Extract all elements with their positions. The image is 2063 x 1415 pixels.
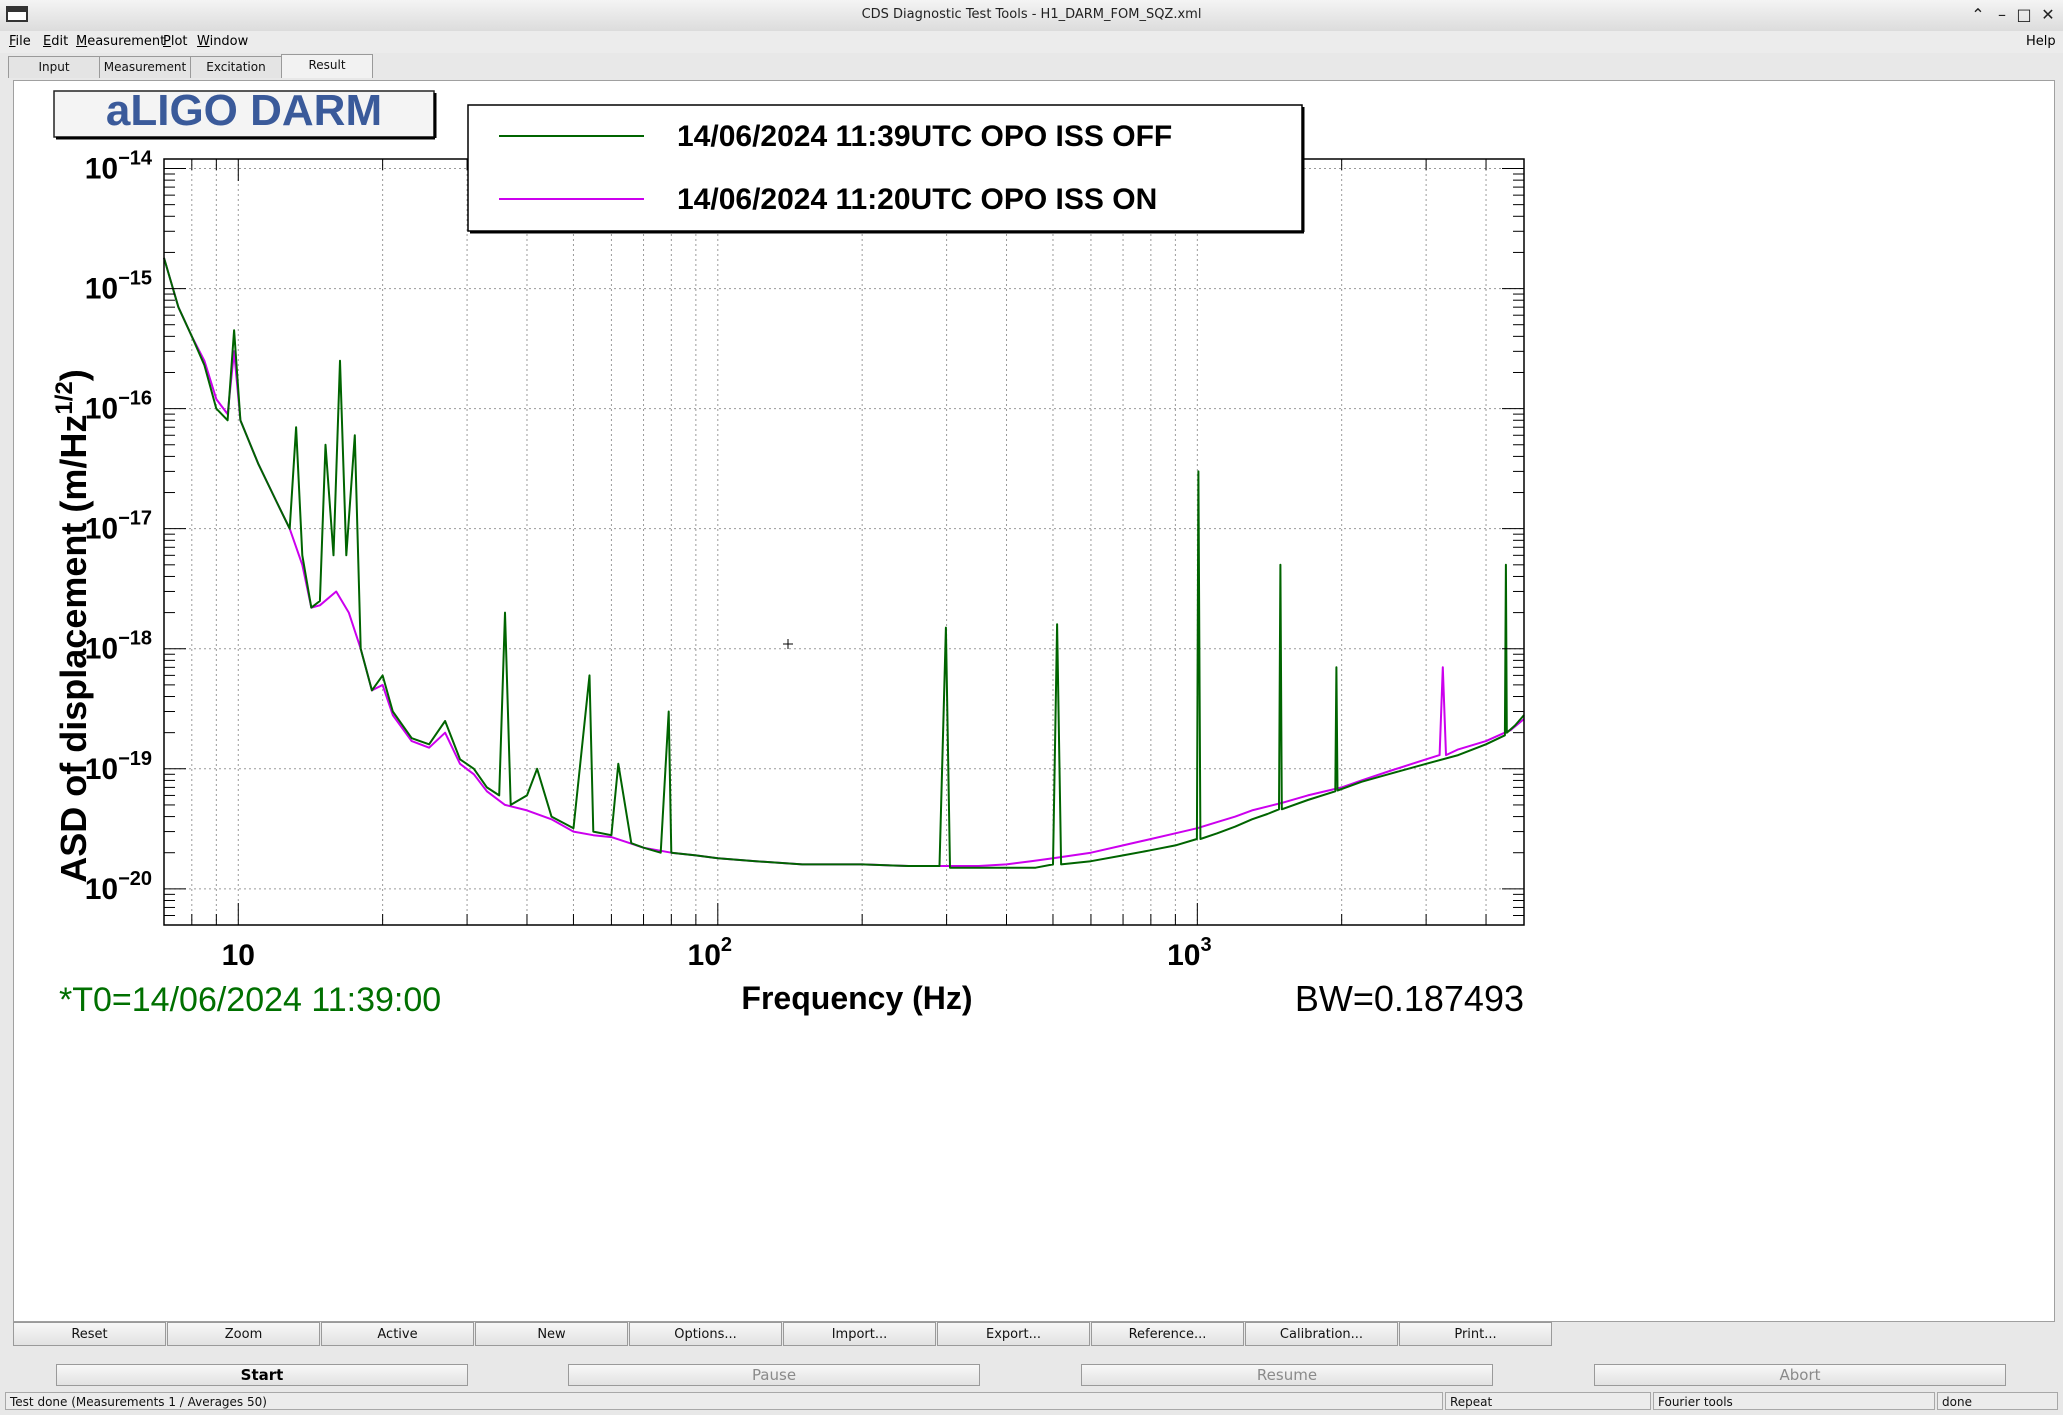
menu-file[interactable]: File (9, 34, 31, 49)
window-title: CDS Diagnostic Test Tools - H1_DARM_FOM_… (861, 7, 1202, 22)
menu-window[interactable]: Window (197, 34, 248, 49)
y-tick-label: 10−15 (85, 268, 152, 306)
tab-excitation[interactable]: Excitation (190, 56, 282, 78)
chart-grid (163, 159, 1524, 925)
status-state: done (1937, 1392, 2058, 1410)
y-tick-label: 10−16 (85, 388, 152, 426)
new-button[interactable]: New (475, 1322, 628, 1346)
y-tick-label: 10−14 (85, 148, 153, 186)
menu-bar: File Edit Measurement Plot Window Help (0, 31, 2063, 53)
minimize-icon[interactable]: – (1990, 4, 2014, 26)
window-shade-icon[interactable]: ⌃ (1966, 4, 1990, 26)
chart-axes-frame (163, 158, 1525, 926)
status-tools: Fourier tools (1653, 1392, 1935, 1410)
menu-plot[interactable]: Plot (163, 34, 188, 49)
reference-button[interactable]: Reference... (1091, 1322, 1244, 1346)
chart-title: aLIGO DARM (106, 86, 382, 135)
menu-edit[interactable]: Edit (43, 34, 68, 49)
y-axis-label: ASD of displacement (m/Hz1/2) (51, 369, 94, 882)
start-button[interactable]: Start (56, 1364, 468, 1386)
y-tick-label: 10−18 (85, 628, 152, 666)
menu-measurement[interactable]: Measurement (76, 34, 165, 49)
trace-opo-iss-off (163, 257, 1525, 869)
y-tick-label: 10−17 (85, 508, 152, 546)
options-button[interactable]: Options... (629, 1322, 782, 1346)
calibration-button[interactable]: Calibration... (1245, 1322, 1398, 1346)
status-bar: Test done (Measurements 1 / Averages 50)… (5, 1392, 2058, 1411)
print-button[interactable]: Print... (1399, 1322, 1552, 1346)
legend-label-off: 14/06/2024 11:39UTC OPO ISS OFF (677, 120, 1172, 153)
menu-help[interactable]: Help (2026, 34, 2056, 49)
legend-label-on: 14/06/2024 11:20UTC OPO ISS ON (677, 183, 1157, 216)
trace-opo-iss-on (163, 257, 1525, 867)
reset-button[interactable]: Reset (13, 1322, 166, 1346)
x-tick-label: 102 (688, 934, 733, 972)
window-titlebar: CDS Diagnostic Test Tools - H1_DARM_FOM_… (0, 0, 2063, 32)
t0-label: *T0=14/06/2024 11:39:00 (59, 981, 441, 1019)
x-tick-label: 10 (222, 939, 255, 972)
zoom-button[interactable]: Zoom (167, 1322, 320, 1346)
status-repeat: Repeat (1445, 1392, 1651, 1410)
maximize-icon[interactable]: □ (2012, 4, 2036, 26)
asd-chart[interactable]: 10−20 10−19 10−18 10−17 10−16 10−15 10−14 10 102… (14, 81, 2054, 1321)
pause-button[interactable]: Pause (568, 1364, 980, 1386)
plot-button-bar: Reset Zoom Active New Options... Import.… (13, 1322, 2053, 1348)
tab-measurement[interactable]: Measurement (99, 56, 191, 78)
x-axis-label: Frequency (Hz) (741, 980, 972, 1016)
y-tick-label: 10−20 (85, 868, 152, 906)
chart-ticks (163, 159, 1524, 926)
active-button[interactable]: Active (321, 1322, 474, 1346)
tab-input[interactable]: Input (8, 56, 100, 78)
plot-panel: 10−20 10−19 10−18 10−17 10−16 10−15 10−14 10 102… (13, 80, 2055, 1322)
bw-label: BW=0.187493 (1295, 978, 1524, 1019)
y-tick-label: 10−19 (85, 748, 152, 786)
tab-result[interactable]: Result (281, 54, 373, 78)
close-icon[interactable]: ✕ (2036, 4, 2060, 26)
resume-button[interactable]: Resume (1081, 1364, 1493, 1386)
import-button[interactable]: Import... (783, 1322, 936, 1346)
status-message: Test done (Measurements 1 / Averages 50) (5, 1392, 1443, 1410)
chart-traces (163, 257, 1525, 869)
x-tick-label: 103 (1167, 934, 1212, 972)
export-button[interactable]: Export... (937, 1322, 1090, 1346)
abort-button[interactable]: Abort (1594, 1364, 2006, 1386)
